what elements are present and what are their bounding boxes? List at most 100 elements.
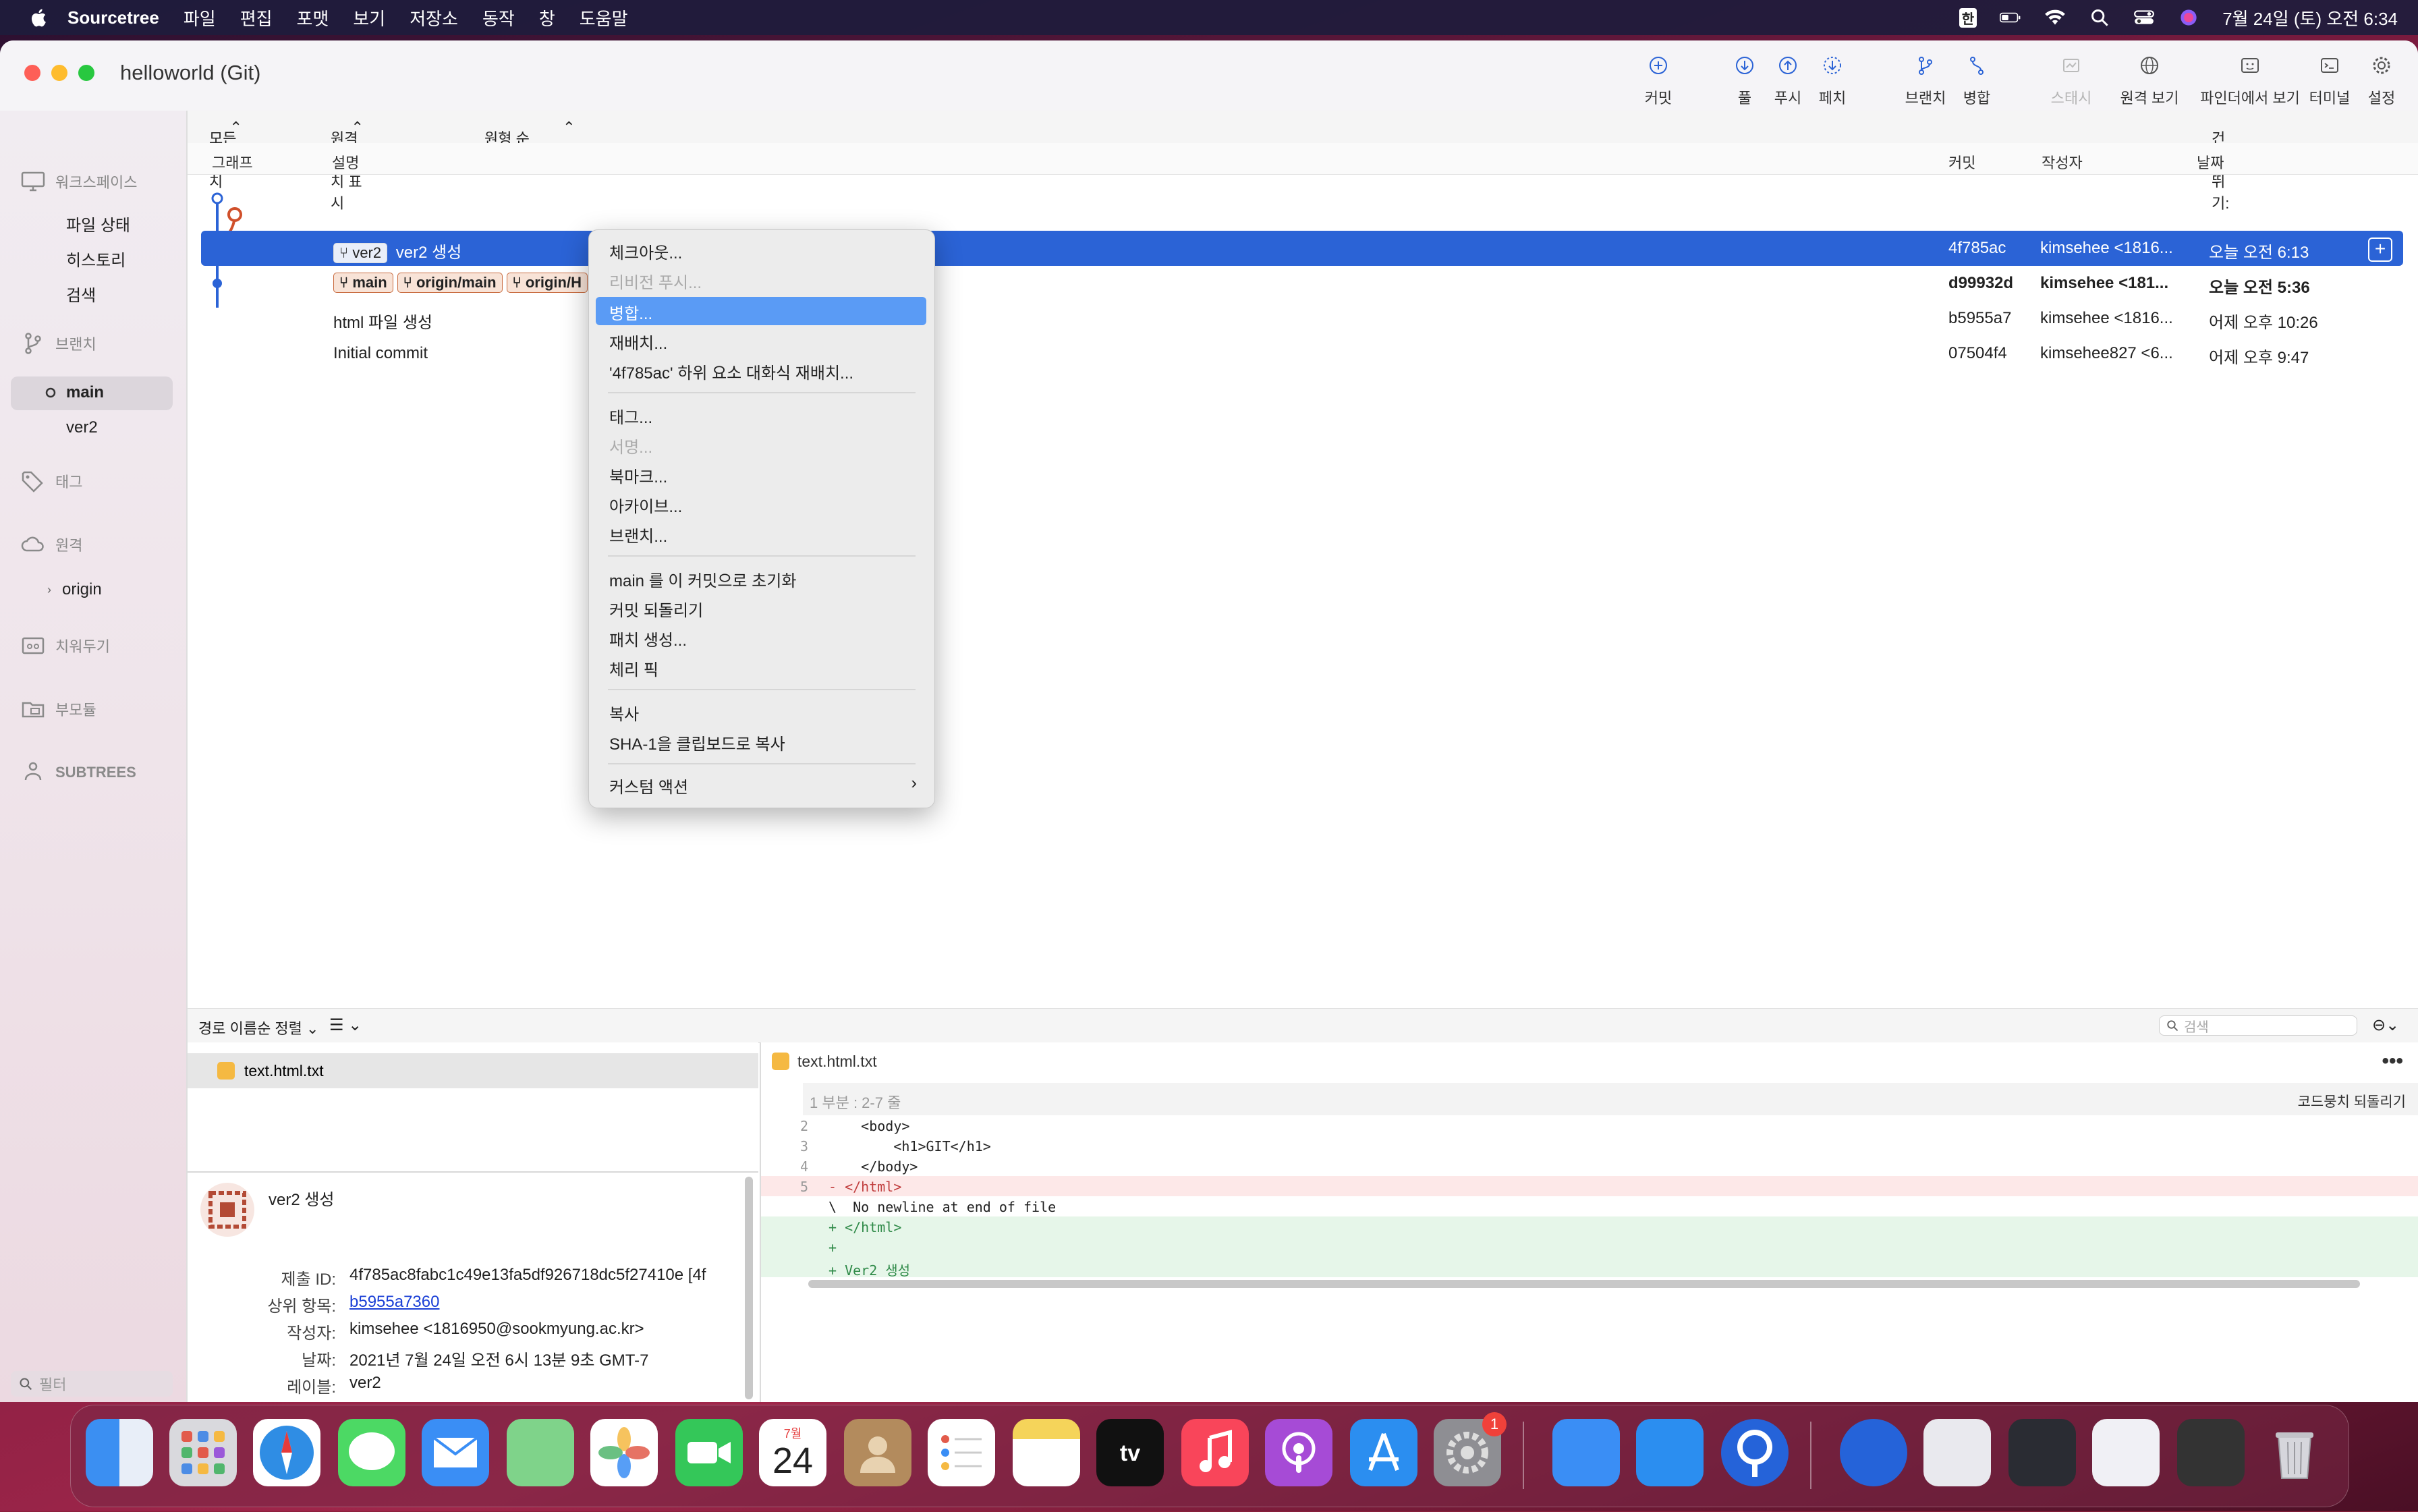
input-method-indicator[interactable]: 한: [1959, 7, 1977, 28]
menu-item-copy-sha[interactable]: SHA-1을 클립보드로 복사: [609, 731, 785, 754]
launchpad-dock-icon[interactable]: [169, 1419, 237, 1486]
xcode-dock-icon[interactable]: [1552, 1419, 1620, 1486]
sidebar-item-branch-main[interactable]: main: [45, 383, 104, 402]
order-dropdown[interactable]: 원형 순 ⌃: [484, 119, 575, 147]
simulator-dock-icon[interactable]: [1636, 1419, 1704, 1486]
merge-button[interactable]: 병합: [1936, 54, 2017, 108]
apple-tv-dock-icon[interactable]: tv: [1096, 1419, 1164, 1486]
mail-dock-icon[interactable]: [422, 1419, 489, 1486]
add-icon[interactable]: +: [2368, 237, 2392, 262]
sidebar-section-workspace[interactable]: 워크스페이스: [20, 170, 137, 193]
minimized-window-thumbnail[interactable]: [1923, 1419, 1991, 1486]
reminders-dock-icon[interactable]: [928, 1419, 995, 1486]
menu-item-revert-commit[interactable]: 커밋 되돌리기: [609, 597, 703, 621]
notes-dock-icon[interactable]: [1013, 1419, 1080, 1486]
column-author[interactable]: 작성자: [2042, 151, 2083, 173]
minimize-window-button[interactable]: [51, 65, 67, 81]
minimized-window-thumbnail[interactable]: [2092, 1419, 2160, 1486]
settings-button[interactable]: 설정: [2341, 54, 2418, 108]
facetime-dock-icon[interactable]: [675, 1419, 743, 1486]
messages-dock-icon[interactable]: [338, 1419, 405, 1486]
menu-edit[interactable]: 편집: [240, 5, 273, 30]
wifi-icon[interactable]: [2044, 8, 2066, 27]
all-branches-dropdown[interactable]: 모든 브랜치 ⌃: [209, 119, 242, 190]
file-search-input[interactable]: 검색: [2159, 1015, 2357, 1036]
menu-app-name[interactable]: Sourcetree: [67, 7, 159, 28]
commit-row[interactable]: ⑂ ver2 ver2 생성 4f785ac kimsehee <1816...…: [201, 231, 2403, 266]
system-preferences-dock-icon[interactable]: 1: [1434, 1412, 1507, 1486]
sidebar-item-search[interactable]: 검색: [66, 282, 96, 306]
column-graph[interactable]: 그래프: [212, 151, 253, 173]
downloads-stack-icon[interactable]: [1840, 1419, 1907, 1486]
sidebar-section-submodules[interactable]: 부모듈: [20, 698, 96, 721]
stash-button[interactable]: 스태시: [2031, 54, 2112, 108]
commit-row[interactable]: html 파일 생성 b5955a7 kimsehee <1816... 어제 …: [201, 301, 2403, 336]
menu-item-create-patch[interactable]: 패치 생성...: [609, 627, 687, 650]
fetch-button[interactable]: 페치: [1792, 54, 1873, 108]
remote-view-button[interactable]: 원격 보기: [2108, 54, 2191, 108]
sidebar-section-tags[interactable]: 태그: [20, 470, 82, 493]
column-date[interactable]: 날짜: [2197, 151, 2224, 173]
menu-item-bookmark[interactable]: 북마크...: [609, 464, 667, 487]
maps-dock-icon[interactable]: [507, 1419, 574, 1486]
menu-item-copy[interactable]: 복사: [609, 701, 639, 725]
podcasts-dock-icon[interactable]: [1265, 1419, 1332, 1486]
menu-actions[interactable]: 동작: [482, 5, 515, 30]
menu-item-branch[interactable]: 브랜치...: [609, 523, 667, 547]
sidebar-section-remotes[interactable]: 원격: [20, 533, 82, 556]
menu-item-cherry-pick[interactable]: 체리 픽: [609, 656, 658, 680]
calendar-dock-icon[interactable]: 7월 24: [759, 1419, 826, 1486]
revert-hunk-button[interactable]: 코드뭉치 되돌리기: [2298, 1091, 2406, 1111]
menu-item-archive[interactable]: 아카이브...: [609, 493, 682, 517]
commit-row[interactable]: Initial commit 07504f4 kimsehee827 <6...…: [201, 336, 2403, 371]
apple-icon[interactable]: [30, 7, 47, 28]
app-store-dock-icon[interactable]: [1350, 1419, 1417, 1486]
parent-commit-link[interactable]: b5955a7360: [349, 1293, 439, 1312]
sidebar-section-stashes[interactable]: 치워두기: [20, 634, 110, 657]
minimized-window-thumbnail[interactable]: [2177, 1419, 2245, 1486]
show-remote-branches-dropdown[interactable]: 원격 브랜치 표시 ⌃: [331, 119, 364, 212]
finder-dock-icon[interactable]: [86, 1419, 153, 1486]
spotlight-search-icon[interactable]: [2089, 8, 2110, 27]
menu-item-rebase[interactable]: 재배치...: [609, 330, 667, 354]
details-scrollbar[interactable]: [745, 1177, 753, 1399]
sidebar-section-subtrees[interactable]: SUBTREES: [20, 761, 136, 784]
file-row[interactable]: text.html.txt: [188, 1053, 758, 1088]
sidebar-item-file-status[interactable]: 파일 상태: [66, 212, 130, 235]
commit-row[interactable]: ⑂ main ⑂ origin/main ⑂ origin/H d99932d ki…: [201, 266, 2403, 301]
menu-item-push-revision[interactable]: 리비전 푸시...: [609, 269, 702, 293]
sidebar-item-history[interactable]: 히스토리: [66, 247, 125, 271]
sort-dropdown[interactable]: 경로 이름순 정렬 ⌄: [198, 1017, 318, 1038]
commit-button[interactable]: 커밋: [1618, 54, 1699, 108]
menu-item-sign[interactable]: 서명...: [609, 434, 652, 457]
options-menu-icon[interactable]: ⊖⌄: [2372, 1015, 2399, 1035]
siri-icon[interactable]: [2178, 8, 2199, 27]
music-dock-icon[interactable]: [1181, 1419, 1249, 1486]
sidebar-item-branch-ver2[interactable]: ver2: [66, 418, 98, 437]
minimized-window-thumbnail[interactable]: [2008, 1419, 2076, 1486]
list-view-toggle[interactable]: ☰ ⌄: [329, 1015, 362, 1035]
sidebar-section-branches[interactable]: 브랜치: [20, 332, 96, 355]
column-description[interactable]: 설명: [332, 151, 359, 173]
menu-file[interactable]: 파일: [184, 5, 216, 30]
diff-horizontal-scrollbar[interactable]: [808, 1280, 2360, 1288]
menu-item-merge[interactable]: 병합...: [609, 300, 652, 324]
menu-item-interactive-rebase[interactable]: '4f785ac' 하위 요소 대화식 재배치...: [609, 360, 853, 383]
safari-dock-icon[interactable]: [253, 1419, 320, 1486]
menu-item-tag[interactable]: 태그...: [609, 404, 652, 428]
contacts-dock-icon[interactable]: [844, 1419, 911, 1486]
sourcetree-dock-icon[interactable]: [1721, 1419, 1789, 1486]
chevron-right-icon[interactable]: ›: [47, 583, 51, 597]
sidebar-filter-field[interactable]: 필터: [11, 1371, 173, 1397]
menu-clock[interactable]: 7월 24일 (토) 오전 6:34: [2222, 5, 2398, 30]
menu-view[interactable]: 보기: [353, 5, 385, 30]
trash-dock-icon[interactable]: [2261, 1419, 2328, 1486]
battery-icon[interactable]: [2000, 8, 2021, 27]
zoom-window-button[interactable]: [78, 65, 94, 81]
more-options-icon[interactable]: •••: [2382, 1050, 2403, 1073]
menu-item-checkout[interactable]: 체크아웃...: [609, 240, 682, 263]
menu-repository[interactable]: 저장소: [410, 5, 458, 30]
close-window-button[interactable]: [24, 65, 40, 81]
sidebar-item-remote-origin[interactable]: › origin: [47, 580, 102, 599]
menu-help[interactable]: 도움말: [580, 5, 628, 30]
